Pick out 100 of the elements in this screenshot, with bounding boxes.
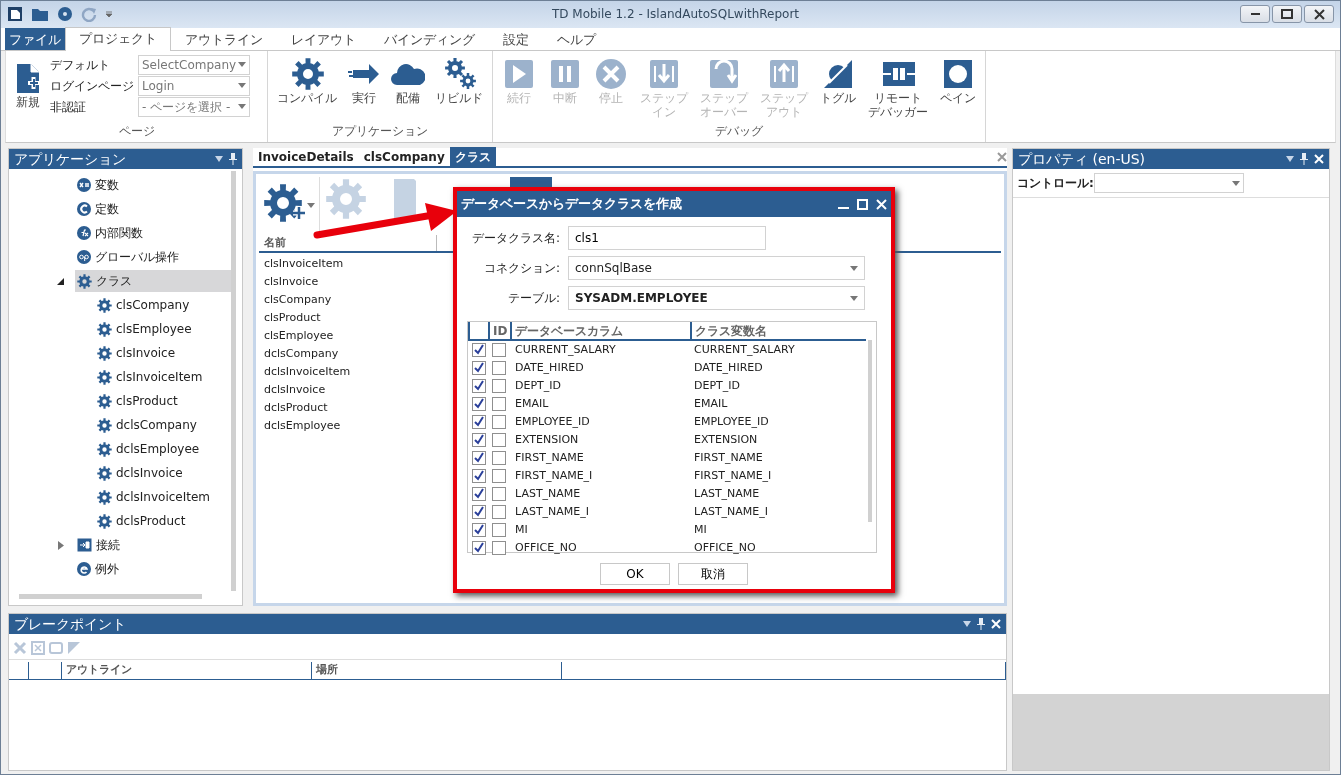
caret-icon — [238, 104, 246, 110]
tree-item[interactable]: dclsProduct — [95, 510, 190, 532]
checkbox[interactable] — [492, 523, 506, 537]
dropdown[interactable]: SYSADM.EMPLOYEE — [568, 286, 865, 310]
checkbox[interactable] — [492, 469, 506, 483]
ribbon-button[interactable]: トグル — [817, 54, 859, 107]
tree-item[interactable]: クラス — [75, 270, 231, 292]
checkbox[interactable] — [472, 379, 486, 393]
ok-button[interactable]: OK — [600, 563, 670, 585]
checkbox[interactable] — [472, 451, 486, 465]
tree-item[interactable]: dclsInvoice — [95, 462, 187, 484]
new-page-button[interactable]: 新規 — [12, 54, 44, 111]
pin-icon[interactable] — [977, 618, 985, 630]
maximize-button[interactable] — [1272, 5, 1302, 24]
collapse-icon[interactable] — [57, 277, 65, 286]
operation-icon — [77, 250, 91, 264]
disc-icon[interactable] — [57, 6, 73, 23]
gear-icon — [97, 417, 112, 433]
tree-item[interactable]: dclsEmployee — [95, 438, 204, 460]
checkbox[interactable] — [492, 487, 506, 501]
field-label: 非認証 — [50, 98, 87, 116]
checkbox[interactable] — [472, 415, 486, 429]
tree-item[interactable]: clsEmployee — [95, 318, 196, 340]
tree-item[interactable]: clsInvoice — [95, 342, 180, 364]
tree-item[interactable]: 接続 — [75, 534, 124, 556]
minimize-button[interactable] — [1240, 5, 1270, 24]
document-tab[interactable]: クラス — [449, 147, 496, 167]
ribbon-button[interactable]: 配備 — [388, 54, 428, 107]
page-dropdown[interactable]: - ページを選択 - — [138, 96, 250, 117]
tree-item[interactable]: 変数 — [75, 174, 123, 196]
close-icon[interactable] — [997, 152, 1007, 162]
ribbon-tab[interactable]: プロジェクト — [65, 26, 171, 51]
dropdown-icon[interactable] — [1286, 156, 1294, 162]
tree-item[interactable]: グローバル操作 — [75, 246, 183, 268]
checkbox[interactable] — [472, 523, 486, 537]
caret-icon — [238, 83, 246, 89]
checkbox[interactable] — [472, 541, 486, 555]
caret-icon — [850, 265, 858, 271]
checkbox[interactable] — [492, 451, 506, 465]
checkbox[interactable] — [472, 505, 486, 519]
page-dropdown[interactable]: Login — [138, 75, 250, 96]
dropdown[interactable]: connSqlBase — [568, 256, 865, 280]
dropdown-icon[interactable] — [215, 156, 223, 162]
checkbox[interactable] — [472, 397, 486, 411]
pin-icon[interactable] — [1300, 153, 1308, 165]
tree-item[interactable]: 定数 — [75, 198, 123, 220]
ribbon-tab[interactable]: バインディング — [370, 27, 489, 50]
document-icon[interactable] — [394, 177, 416, 221]
maximize-icon[interactable] — [857, 198, 868, 210]
panel-title: プロパティ (en-US) — [1018, 149, 1146, 169]
table-cell-text: EXTENSION — [514, 431, 580, 448]
checkbox[interactable] — [492, 433, 506, 447]
document-tab[interactable]: InvoiceDetails — [253, 147, 359, 167]
checkbox[interactable] — [492, 505, 506, 519]
ribbon-button[interactable]: リビルド — [432, 54, 486, 107]
table-cell-text: EMPLOYEE_ID — [514, 413, 591, 430]
page-dropdown[interactable]: SelectCompany — [138, 54, 250, 75]
ribbon-tab[interactable]: レイアウト — [277, 27, 370, 50]
checkbox[interactable] — [472, 361, 486, 375]
ribbon-button[interactable]: リモート デバッガー — [865, 54, 931, 121]
scrollbar[interactable] — [19, 594, 202, 599]
scrollbar[interactable] — [231, 171, 236, 591]
expand-icon[interactable] — [57, 541, 65, 550]
tree-item[interactable]: dclsCompany — [95, 414, 201, 436]
cancel-button[interactable]: 取消 — [678, 563, 748, 585]
tree-item[interactable]: dclsInvoiceItem — [95, 486, 215, 508]
checkbox[interactable] — [472, 487, 486, 501]
table-cell-text: EMAIL — [514, 395, 550, 412]
ribbon-button[interactable]: コンパイル — [274, 54, 340, 107]
checkbox[interactable] — [492, 415, 506, 429]
tree-item[interactable]: 内部関数 — [75, 222, 147, 244]
tree-item[interactable]: 例外 — [75, 558, 123, 580]
ribbon-tab[interactable]: ヘルプ — [543, 27, 610, 50]
pin-icon[interactable] — [229, 153, 237, 165]
file-menu[interactable]: ファイル — [5, 27, 65, 50]
checkbox[interactable] — [472, 343, 486, 357]
checkbox[interactable] — [492, 343, 506, 357]
dropdown-icon[interactable] — [963, 621, 971, 627]
ribbon-button[interactable]: 実行 — [344, 54, 384, 107]
table-cell-text: FIRST_NAME_I — [514, 467, 594, 484]
scrollbar[interactable] — [868, 340, 872, 522]
tree-item[interactable]: clsCompany — [95, 294, 194, 316]
checkbox[interactable] — [492, 541, 506, 555]
tree-item[interactable]: clsProduct — [95, 390, 182, 412]
checkbox[interactable] — [492, 397, 506, 411]
tree-item[interactable]: clsInvoiceItem — [95, 366, 207, 388]
ribbon-tab[interactable]: アウトライン — [171, 27, 277, 50]
checkbox[interactable] — [472, 433, 486, 447]
text-field[interactable]: cls1 — [568, 226, 766, 250]
ribbon-button[interactable]: ペイン — [937, 54, 979, 107]
checkbox[interactable] — [472, 469, 486, 483]
document-tab[interactable]: clsCompany — [358, 147, 450, 167]
caret-icon — [307, 202, 315, 208]
dropdown-icon[interactable] — [105, 10, 113, 19]
close-button[interactable] — [1304, 5, 1334, 24]
ribbon-tab[interactable]: 設定 — [489, 27, 543, 50]
gear-icon — [97, 465, 112, 481]
folder-icon[interactable] — [31, 6, 49, 23]
checkbox[interactable] — [492, 361, 506, 375]
checkbox[interactable] — [492, 379, 506, 393]
